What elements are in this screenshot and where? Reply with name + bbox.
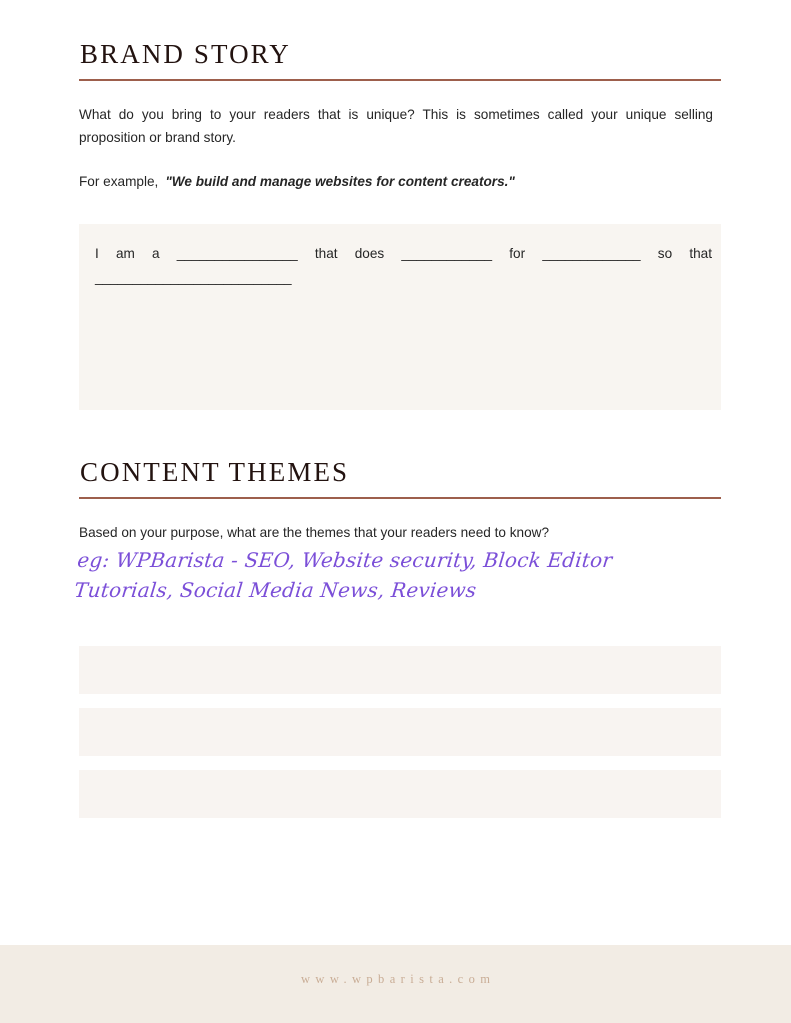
example-label: For example, <box>79 174 159 190</box>
brand-story-answer-box[interactable]: I am a ________________ that does ______… <box>79 224 721 410</box>
brand-story-fill-in-prompt: I am a ________________ that does ______… <box>95 246 712 286</box>
content-themes-divider <box>79 496 721 499</box>
content-themes-prompt-text: Based on your purpose, what are the them… <box>79 524 550 540</box>
brand-story-example-line: For example, "We build and manage website… <box>79 171 721 193</box>
content-theme-answer-box-1[interactable] <box>79 646 721 694</box>
content-theme-answer-box-3[interactable] <box>79 770 721 818</box>
example-quote: "We build and manage websites for conten… <box>165 174 515 190</box>
brand-story-intro-text: What do you bring to your readers that i… <box>79 106 713 146</box>
brand-story-divider <box>79 78 721 81</box>
brand-story-heading: BRAND STORY <box>80 39 291 69</box>
content-themes-heading: CONTENT THEMES <box>80 457 350 487</box>
content-themes-handwritten-example: eg: WPBarista - SEO, Website security, B… <box>73 548 614 602</box>
worksheet-page: BRAND STORY What do you bring to your re… <box>0 0 791 1023</box>
brand-story-section: BRAND STORY What do you bring to your re… <box>79 39 721 207</box>
content-theme-answer-box-2[interactable] <box>79 708 721 756</box>
content-themes-section: CONTENT THEMES Based on your purpose, wh… <box>73 457 721 605</box>
footer-website-url: www.wpbarista.com <box>300 972 496 986</box>
